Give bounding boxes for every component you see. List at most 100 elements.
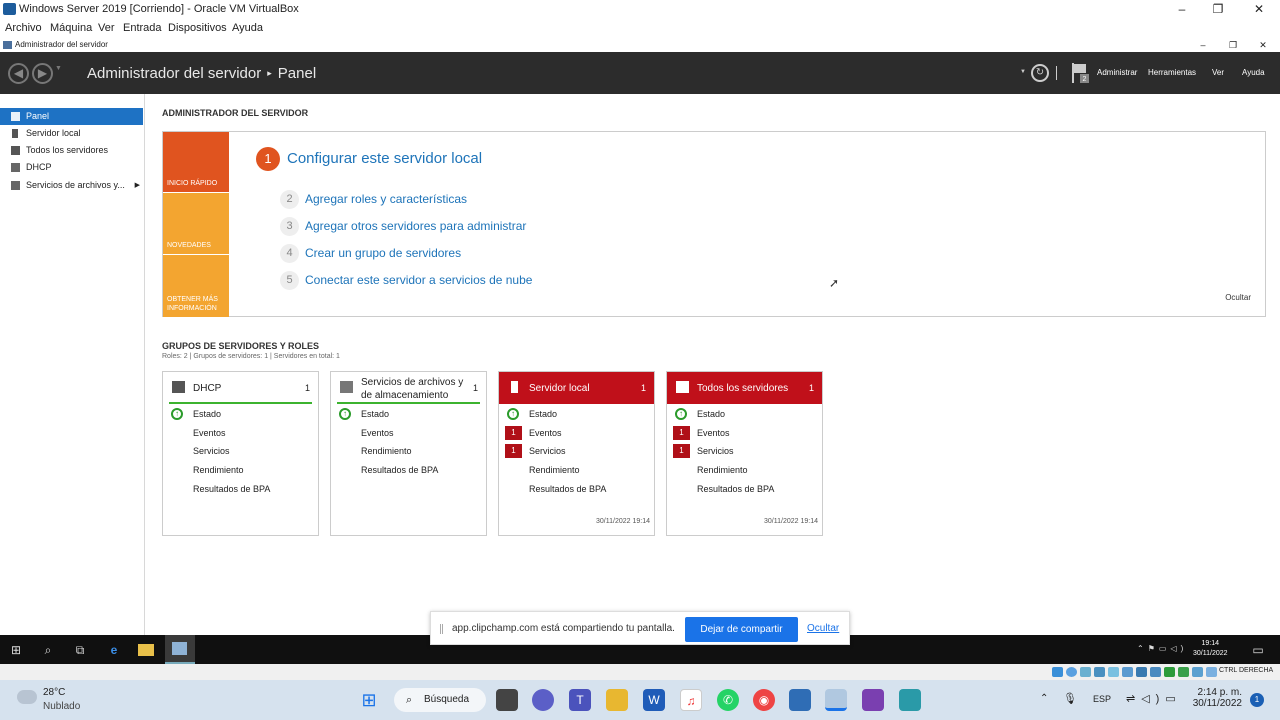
tile-header[interactable]: Servicios de archivos y de almacenamient… bbox=[331, 372, 486, 404]
chat-icon[interactable] bbox=[532, 689, 554, 711]
network-volume-battery-icons[interactable]: ⇌◁)▭ bbox=[1126, 692, 1182, 705]
hdd-icon[interactable] bbox=[1052, 667, 1063, 677]
tile-row-bpa[interactable]: Resultados de BPA bbox=[529, 484, 606, 494]
back-icon[interactable]: ◀ bbox=[8, 63, 29, 84]
tile-header[interactable]: Servidor local 1 bbox=[499, 372, 654, 404]
minimize-button[interactable]: – bbox=[1164, 0, 1200, 19]
remote-desktop-icon[interactable] bbox=[899, 689, 921, 711]
refresh-dropdown-icon[interactable]: ▼ bbox=[1020, 69, 1026, 75]
menu-ayuda[interactable]: Ayuda bbox=[232, 19, 263, 38]
sidebar-item-dhcp[interactable]: DHCP bbox=[0, 159, 143, 176]
drag-handle-icon[interactable] bbox=[440, 624, 443, 634]
microphone-icon[interactable]: 🎙 bbox=[1063, 692, 1077, 705]
tab-novedades[interactable]: NOVEDADES bbox=[163, 193, 229, 254]
menu-dispositivos[interactable]: Dispositivos bbox=[168, 19, 227, 38]
tile-row-rendimiento[interactable]: Rendimiento bbox=[361, 446, 412, 456]
tile-header[interactable]: DHCP 1 bbox=[163, 372, 318, 404]
step-agregar-servidores[interactable]: Agregar otros servidores para administra… bbox=[305, 219, 526, 233]
menu-ver-sm[interactable]: Ver bbox=[1212, 68, 1224, 77]
close-button[interactable]: ✕ bbox=[1241, 0, 1277, 19]
tile-row-eventos[interactable]: Eventos bbox=[193, 428, 226, 438]
weather-desc[interactable]: Nublado bbox=[43, 701, 80, 712]
tile-row-rendimiento[interactable]: Rendimiento bbox=[193, 465, 244, 475]
host-clock[interactable]: 2:14 p. m. 30/11/2022 bbox=[1190, 687, 1242, 709]
tile-servidor-local[interactable]: Servidor local 1 ↑ Estado 1 Eventos 1 Se… bbox=[498, 371, 655, 536]
optical-drive-icon[interactable] bbox=[1066, 667, 1077, 677]
notifications-flag-icon[interactable]: 2 bbox=[1072, 63, 1090, 85]
guest-minimize-button[interactable]: – bbox=[1188, 38, 1218, 52]
tile-row-estado[interactable]: Estado bbox=[193, 409, 221, 419]
system-tray-icons[interactable]: ⌃⚑▭◁) bbox=[1137, 644, 1187, 653]
menu-ayuda-sm[interactable]: Ayuda bbox=[1242, 68, 1265, 77]
tile-row-estado[interactable]: Estado bbox=[697, 409, 725, 419]
tile-servicios-de-archivos[interactable]: Servicios de archivos y de almacenamient… bbox=[330, 371, 487, 536]
notifications-badge[interactable]: 1 bbox=[1250, 693, 1264, 707]
task-view-icon[interactable]: ⧉ bbox=[72, 642, 88, 658]
keyboard-icon[interactable] bbox=[1192, 667, 1203, 677]
teams-icon[interactable]: T bbox=[569, 689, 591, 711]
word-icon[interactable]: W bbox=[643, 689, 665, 711]
tile-row-servicios[interactable]: Servicios bbox=[193, 446, 230, 456]
server-manager-vm-icon[interactable] bbox=[825, 689, 847, 711]
file-explorer-icon[interactable] bbox=[138, 644, 154, 656]
cloud-icon[interactable] bbox=[17, 690, 37, 704]
tile-row-eventos[interactable]: Eventos bbox=[361, 428, 394, 438]
sidebar-item-panel[interactable]: Panel bbox=[0, 108, 143, 125]
usb-icon[interactable] bbox=[1108, 667, 1119, 677]
sidebar-item-servicios-de-archivos[interactable]: Servicios de archivos y... ▶ bbox=[0, 177, 143, 194]
shared-folders-icon[interactable] bbox=[1122, 667, 1133, 677]
sidebar-item-servidor-local[interactable]: Servidor local bbox=[0, 125, 143, 142]
mouse-integration-icon[interactable] bbox=[1178, 667, 1189, 677]
tile-row-bpa[interactable]: Resultados de BPA bbox=[193, 484, 270, 494]
sidebar-item-todos-los-servidores[interactable]: Todos los servidores bbox=[0, 142, 143, 159]
tile-dhcp[interactable]: DHCP 1 ↑ Estado Eventos Servicios Rendim… bbox=[162, 371, 319, 536]
history-dropdown-icon[interactable]: ▼ bbox=[55, 65, 62, 72]
tile-header[interactable]: Todos los servidores 1 bbox=[667, 372, 822, 404]
itunes-icon[interactable]: ♫ bbox=[680, 689, 702, 711]
step-agregar-roles[interactable]: Agregar roles y características bbox=[305, 192, 467, 206]
whatsapp-icon[interactable]: ✆ bbox=[717, 689, 739, 711]
tile-row-servicios[interactable]: Servicios bbox=[697, 446, 734, 456]
tile-row-eventos[interactable]: Eventos bbox=[697, 428, 730, 438]
task-view-icon[interactable] bbox=[496, 689, 518, 711]
guest-close-button[interactable]: ✕ bbox=[1248, 38, 1278, 52]
forward-icon[interactable]: ▶ bbox=[32, 63, 53, 84]
step-configurar-servidor-local[interactable]: Configurar este servidor local bbox=[287, 150, 482, 167]
menu-maquina[interactable]: Máquina bbox=[50, 19, 92, 38]
stop-sharing-button[interactable]: Dejar de compartir bbox=[685, 617, 798, 642]
recording-icon[interactable] bbox=[1150, 667, 1161, 677]
search-icon[interactable]: ⌕ bbox=[40, 642, 56, 658]
audio-icon[interactable] bbox=[1080, 667, 1091, 677]
step-crear-grupo[interactable]: Crear un grupo de servidores bbox=[305, 246, 461, 260]
menu-ver[interactable]: Ver bbox=[98, 19, 115, 38]
chrome-icon[interactable]: ◉ bbox=[753, 689, 775, 711]
tile-row-estado[interactable]: Estado bbox=[361, 409, 389, 419]
host-key-icon[interactable] bbox=[1206, 667, 1217, 677]
virtualbox-taskbar-icon[interactable] bbox=[789, 689, 811, 711]
tab-inicio-rapido[interactable]: INICIO RÁPIDO bbox=[163, 132, 229, 192]
expand-arrow-icon[interactable]: ▶ bbox=[135, 177, 140, 194]
tile-row-eventos[interactable]: Eventos bbox=[529, 428, 562, 438]
cpu-icon[interactable] bbox=[1164, 667, 1175, 677]
weather-temp[interactable]: 28°C bbox=[43, 687, 65, 698]
hide-welcome-link[interactable]: Ocultar bbox=[1225, 293, 1251, 302]
host-search-box[interactable]: ⌕ Búsqueda bbox=[394, 688, 486, 712]
menu-administrar[interactable]: Administrar bbox=[1097, 68, 1137, 77]
guest-maximize-button[interactable]: ❐ bbox=[1218, 38, 1248, 52]
display-icon[interactable] bbox=[1136, 667, 1147, 677]
language-indicator[interactable]: ESP bbox=[1093, 694, 1111, 704]
action-center-icon[interactable]: ▭ bbox=[1250, 642, 1266, 658]
maximize-button[interactable]: ❐ bbox=[1200, 0, 1236, 19]
tile-row-servicios[interactable]: Servicios bbox=[529, 446, 566, 456]
network-icon[interactable] bbox=[1094, 667, 1105, 677]
tile-row-rendimiento[interactable]: Rendimiento bbox=[697, 465, 748, 475]
step-conectar-nube[interactable]: Conectar este servidor a servicios de nu… bbox=[305, 273, 532, 287]
tile-todos-los-servidores[interactable]: Todos los servidores 1 ↑ Estado 1 Evento… bbox=[666, 371, 823, 536]
refresh-icon[interactable]: ↻ bbox=[1031, 64, 1049, 82]
server-manager-taskbar-button[interactable] bbox=[165, 635, 195, 664]
tile-row-estado[interactable]: Estado bbox=[529, 409, 557, 419]
tab-obtener-mas-informacion[interactable]: OBTENER MÁS INFORMACIÓN bbox=[163, 255, 229, 317]
guest-clock[interactable]: 19:14 30/11/2022 bbox=[1193, 639, 1228, 659]
hide-share-bar-link[interactable]: Ocultar bbox=[807, 623, 839, 634]
internet-explorer-icon[interactable]: e bbox=[106, 642, 122, 658]
